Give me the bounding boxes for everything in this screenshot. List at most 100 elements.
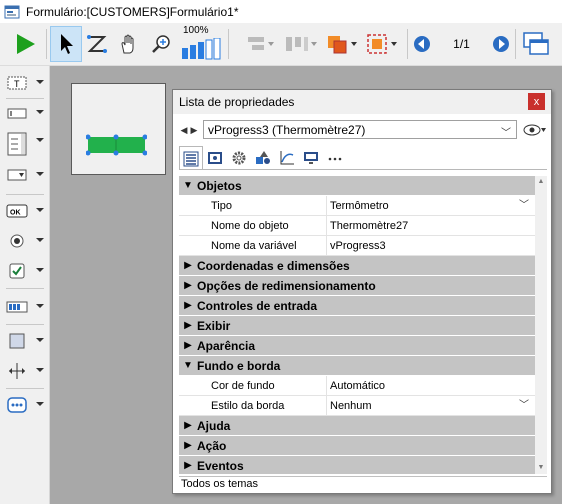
tab-shapes[interactable] [251, 146, 275, 170]
chevron-down-icon: ▼ [183, 180, 193, 191]
previous-object-icon[interactable]: ◀ [179, 122, 189, 138]
eye-icon [523, 124, 546, 136]
chevron-right-icon: ▶ [184, 440, 192, 451]
level-button[interactable] [324, 26, 362, 62]
dropdown-tool-button[interactable] [6, 164, 46, 186]
hand-tool-button[interactable] [115, 26, 143, 62]
tab-list-view[interactable] [179, 146, 203, 170]
combo-box-icon [7, 169, 27, 181]
zoom-level-label: 100% [183, 25, 209, 36]
button-tool-button[interactable]: OK [6, 200, 46, 222]
tab-object-properties[interactable] [203, 146, 227, 170]
object-selector[interactable]: vProgress3 (Thermomètre27) ﹀ [203, 120, 517, 139]
tab-graph[interactable] [275, 146, 299, 170]
chevron-right-icon: ▶ [184, 320, 192, 331]
chevron-right-icon: ▶ [184, 420, 192, 431]
select-tool-button[interactable] [50, 26, 82, 62]
checkbox-icon [9, 263, 25, 279]
property-grid-scrollbar[interactable]: ▲ ▼ [535, 176, 547, 474]
property-category[interactable]: ▼ Fundo e borda [179, 356, 535, 376]
chevron-down-icon[interactable]: ﹀ [519, 196, 529, 216]
property-row[interactable]: Tipo Termômetro ﹀ [179, 195, 535, 216]
object-properties-icon [208, 152, 222, 164]
property-category[interactable]: ▶ Controles de entrada [179, 296, 535, 316]
property-category[interactable]: ▶ Ação [179, 436, 535, 456]
chevron-right-icon: ▶ [184, 300, 192, 311]
run-form-button[interactable] [8, 26, 42, 62]
main-toolbar: 100% 1/1 [0, 23, 562, 66]
property-value-text: Nenhum [330, 399, 372, 412]
object-selector-row: ◀ ▶ vProgress3 (Thermomètre27) ﹀ [179, 120, 547, 140]
input-field-icon [7, 108, 27, 119]
radio-tool-button[interactable] [6, 230, 46, 252]
gear-icon [232, 151, 246, 165]
visibility-menu-button[interactable] [523, 121, 547, 139]
property-category[interactable]: ▶ Exibir [179, 316, 535, 336]
property-row[interactable]: Cor de fundo Automático [179, 375, 535, 396]
tab-display[interactable] [299, 146, 323, 170]
property-value[interactable]: Thermomètre27 [327, 216, 535, 236]
resize-handle [113, 134, 119, 140]
entry-order-icon [87, 35, 107, 53]
property-value-text: Termômetro [330, 199, 389, 212]
hand-icon [121, 34, 134, 54]
shapes-icon [256, 151, 270, 164]
next-object-icon[interactable]: ▶ [189, 122, 199, 138]
property-name: Tipo [179, 195, 327, 216]
property-category-label: Objetos [197, 178, 242, 193]
prev-page-icon[interactable] [413, 35, 431, 53]
property-row[interactable]: Nome da variável vProgress3 [179, 235, 535, 256]
distribute-button[interactable] [282, 26, 320, 62]
list-tool-button[interactable] [6, 130, 46, 158]
zoom-slider[interactable] [180, 37, 222, 61]
property-grid: ▼ Objetos Tipo Termômetro ﹀ Nome do objeto The… [179, 176, 535, 474]
list-box-icon [7, 132, 27, 156]
monitor-icon [304, 152, 318, 164]
plugin-tool-button[interactable] [6, 394, 46, 416]
app-form-icon [4, 5, 20, 18]
scroll-down-icon[interactable]: ▼ [535, 462, 547, 474]
tab-settings[interactable] [227, 146, 251, 170]
property-category[interactable]: ▶ Aparência [179, 336, 535, 356]
property-list-panel: Lista de propriedades x ◀ ▶ vProgress3 (… [172, 89, 552, 494]
next-page-icon[interactable] [492, 35, 510, 53]
form-preview[interactable] [71, 83, 166, 175]
group-button[interactable] [364, 26, 402, 62]
indicator-tool-button[interactable] [6, 296, 46, 318]
property-value[interactable]: Automático [327, 376, 535, 396]
theme-filter[interactable]: Todos os temas [179, 476, 547, 492]
property-value[interactable]: Nenhum ﹀ [327, 396, 535, 416]
entry-order-button[interactable] [83, 26, 111, 62]
text-tool-button[interactable]: T [6, 72, 46, 94]
tab-more[interactable] [323, 146, 347, 170]
property-category-label: Fundo e borda [197, 358, 281, 373]
property-value[interactable]: Termômetro ﹀ [327, 196, 535, 216]
panel-close-button[interactable]: x [528, 93, 545, 110]
distribute-icon [286, 37, 317, 51]
property-value[interactable]: vProgress3 [327, 236, 535, 256]
property-category[interactable]: ▶ Eventos [179, 456, 535, 474]
thermometer-object[interactable] [86, 134, 147, 156]
stacked-windows-icon [523, 32, 549, 55]
property-category[interactable]: ▶ Coordenadas e dimensões [179, 256, 535, 276]
property-row[interactable]: Estilo da borda Nenhum ﹀ [179, 395, 535, 416]
input-tool-button[interactable] [6, 102, 46, 124]
radio-button-icon [10, 234, 24, 248]
chevron-down-icon: ﹀ [501, 128, 511, 139]
property-category-label: Eventos [197, 458, 244, 473]
property-category[interactable]: ▼ Objetos [179, 176, 535, 196]
group-icon [367, 34, 397, 54]
scroll-up-icon[interactable]: ▲ [535, 176, 547, 188]
checkbox-tool-button[interactable] [6, 260, 46, 282]
progress-indicator-icon [6, 301, 28, 313]
rectangle-tool-button[interactable] [6, 330, 46, 352]
splitter-tool-button[interactable] [6, 360, 46, 382]
property-category[interactable]: ▶ Opções de redimensionamento [179, 276, 535, 296]
zoom-tool-button[interactable] [147, 26, 175, 62]
property-category[interactable]: ▶ Ajuda [179, 416, 535, 436]
property-row[interactable]: Nome do objeto Thermomètre27 [179, 215, 535, 236]
align-button[interactable] [244, 26, 278, 62]
windows-button[interactable] [519, 26, 553, 62]
chevron-down-icon[interactable]: ﹀ [519, 396, 529, 416]
panel-titlebar[interactable]: Lista de propriedades [173, 90, 551, 114]
